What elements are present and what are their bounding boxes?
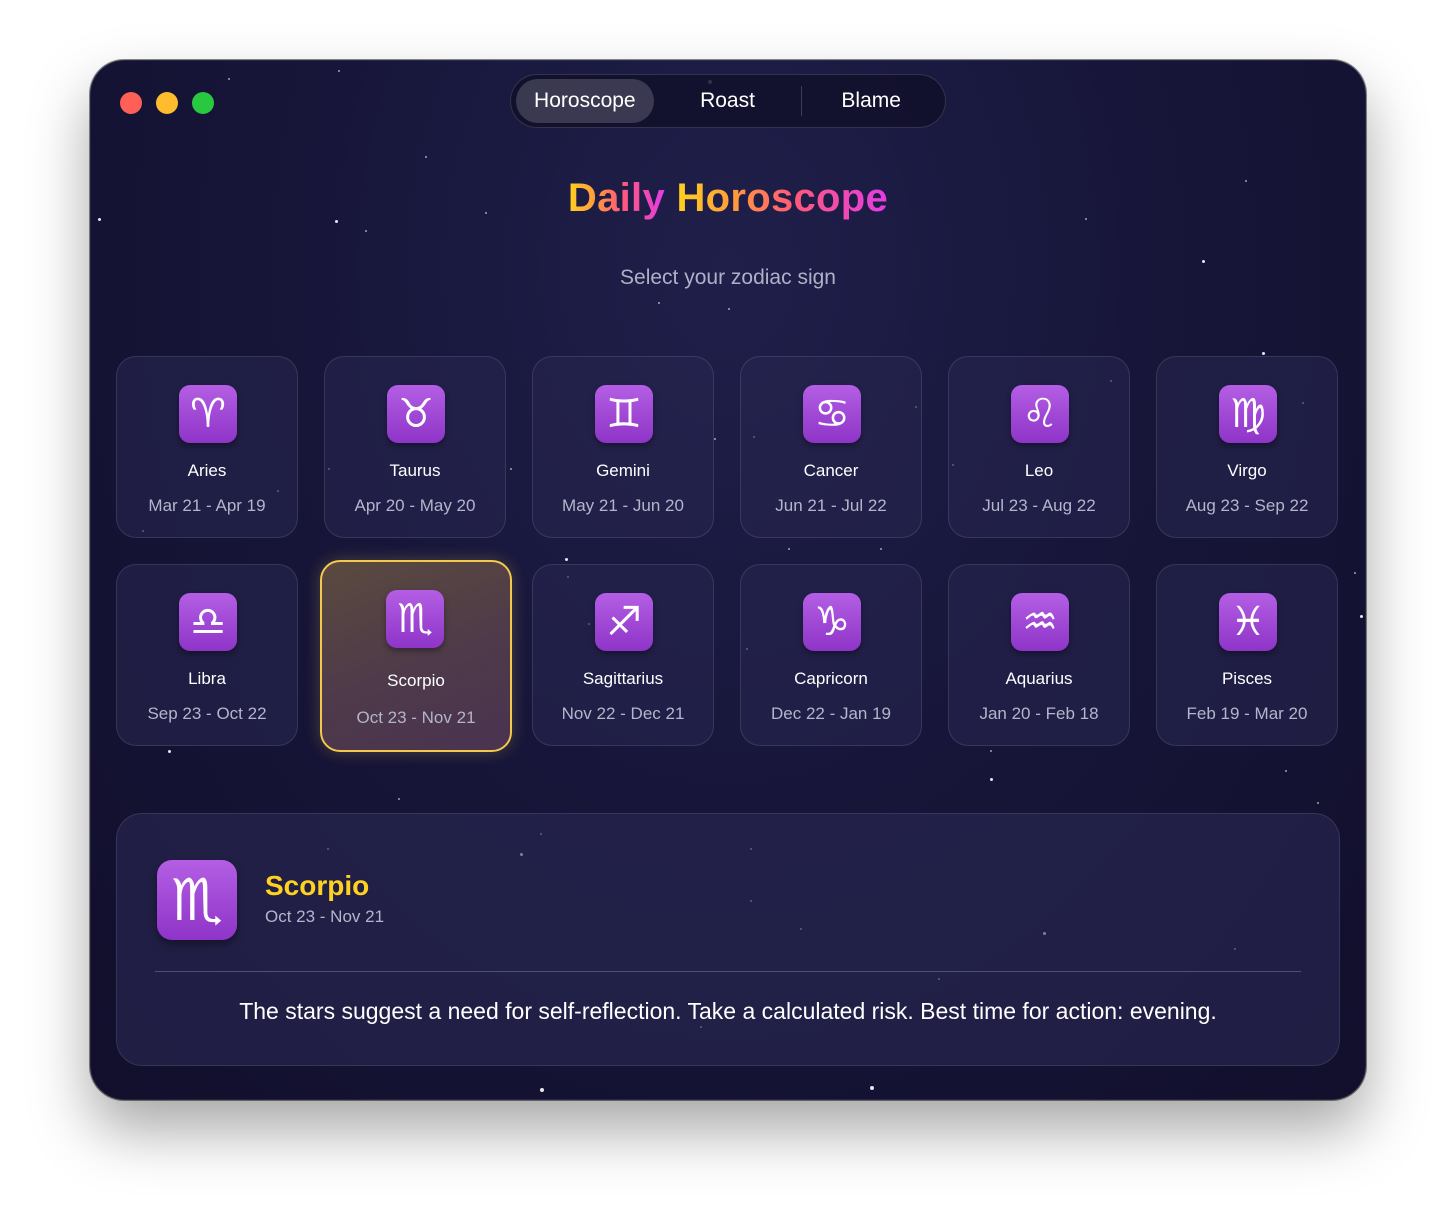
background-star bbox=[1360, 615, 1363, 618]
zodiac-card-dates: Jan 20 - Feb 18 bbox=[979, 704, 1099, 723]
zodiac-card-name: Gemini bbox=[596, 461, 650, 480]
page-subtitle: Select your zodiac sign bbox=[620, 266, 836, 289]
zodiac-card-name: Aries bbox=[187, 461, 227, 480]
background-star bbox=[990, 778, 993, 781]
detail-sign-name: Scorpio bbox=[265, 870, 370, 901]
zodiac-card-dates: Sep 23 - Oct 22 bbox=[147, 704, 267, 723]
background-star bbox=[870, 1086, 874, 1090]
background-star bbox=[398, 798, 400, 800]
leo-sign-icon: ♌ bbox=[1011, 385, 1069, 443]
background-star bbox=[714, 438, 716, 440]
detail-sign-dates: Oct 23 - Nov 21 bbox=[265, 907, 385, 926]
background-star bbox=[425, 156, 427, 158]
zodiac-card-name: Capricorn bbox=[794, 669, 868, 688]
background-star bbox=[1202, 260, 1205, 263]
background-star bbox=[168, 750, 171, 753]
virgo-sign-icon: ♍ bbox=[1219, 385, 1277, 443]
zodiac-card-name: Taurus bbox=[389, 461, 441, 480]
zodiac-card-leo[interactable]: ♌ Leo Jul 23 - Aug 22 bbox=[948, 356, 1130, 538]
page-title-horoscope: Horoscope bbox=[676, 176, 889, 220]
background-star bbox=[1317, 802, 1319, 804]
zodiac-card-dates: Nov 22 - Dec 21 bbox=[561, 704, 685, 723]
background-star bbox=[228, 78, 230, 80]
scorpio-sign-icon: ♏ bbox=[157, 860, 237, 940]
zodiac-card-dates: Aug 23 - Sep 22 bbox=[1185, 496, 1309, 515]
libra-sign-icon: ♎ bbox=[179, 593, 237, 651]
zodiac-card-dates: May 21 - Jun 20 bbox=[562, 496, 684, 515]
scorpio-sign-icon: ♏ bbox=[386, 590, 444, 648]
zodiac-card-dates: Jun 21 - Jul 22 bbox=[775, 496, 887, 515]
zodiac-card-name: Pisces bbox=[1221, 669, 1273, 688]
aquarius-sign-icon: ♒ bbox=[1011, 593, 1069, 651]
zodiac-card-name: Cancer bbox=[803, 461, 859, 480]
background-star bbox=[990, 750, 992, 752]
horoscope-detail-panel: ♏ Scorpio Oct 23 - Nov 21 The stars sugg… bbox=[116, 813, 1340, 1066]
close-window-button[interactable] bbox=[120, 92, 142, 114]
zodiac-card-dates: Feb 19 - Mar 20 bbox=[1186, 704, 1308, 723]
mode-segmented-control: Horoscope Roast Blame bbox=[510, 74, 946, 128]
zodiac-card-aries[interactable]: ♈ Aries Mar 21 - Apr 19 bbox=[116, 356, 298, 538]
background-star bbox=[1354, 572, 1356, 574]
zodiac-card-name: Leo bbox=[1024, 461, 1054, 480]
horoscope-text: The stars suggest a need for self-reflec… bbox=[239, 998, 1217, 1024]
aries-sign-icon: ♈ bbox=[179, 385, 237, 443]
background-star bbox=[365, 230, 367, 232]
window-controls bbox=[120, 92, 214, 114]
zoom-window-button[interactable] bbox=[192, 92, 214, 114]
page-title: Daily Horoscope bbox=[90, 176, 1366, 221]
zodiac-card-cancer[interactable]: ♋ Cancer Jun 21 - Jul 22 bbox=[740, 356, 922, 538]
background-star bbox=[728, 308, 730, 310]
zodiac-card-gemini[interactable]: ♊ Gemini May 21 - Jun 20 bbox=[532, 356, 714, 538]
tab-blame[interactable]: Blame bbox=[802, 79, 940, 123]
background-star bbox=[540, 1088, 544, 1092]
background-star bbox=[338, 70, 340, 72]
tab-roast[interactable]: Roast bbox=[654, 79, 802, 123]
detail-divider bbox=[155, 971, 1301, 972]
cancer-sign-icon: ♋ bbox=[803, 385, 861, 443]
zodiac-card-dates: Dec 22 - Jan 19 bbox=[770, 704, 891, 723]
zodiac-card-dates: Mar 21 - Apr 19 bbox=[148, 496, 266, 515]
zodiac-card-taurus[interactable]: ♉ Taurus Apr 20 - May 20 bbox=[324, 356, 506, 538]
background-star bbox=[658, 302, 660, 304]
zodiac-card-dates: Apr 20 - May 20 bbox=[354, 496, 476, 515]
zodiac-card-pisces[interactable]: ♓ Pisces Feb 19 - Mar 20 bbox=[1156, 564, 1338, 746]
zodiac-card-sagittarius[interactable]: ♐ Sagittarius Nov 22 - Dec 21 bbox=[532, 564, 714, 746]
background-star bbox=[565, 558, 568, 561]
pisces-sign-icon: ♓ bbox=[1219, 593, 1277, 651]
gemini-sign-icon: ♊ bbox=[595, 385, 653, 443]
background-star bbox=[510, 468, 512, 470]
zodiac-card-virgo[interactable]: ♍ Virgo Aug 23 - Sep 22 bbox=[1156, 356, 1338, 538]
sagittarius-sign-icon: ♐ bbox=[595, 593, 653, 651]
zodiac-card-libra[interactable]: ♎ Libra Sep 23 - Oct 22 bbox=[116, 564, 298, 746]
background-star bbox=[880, 548, 882, 550]
tab-horoscope[interactable]: Horoscope bbox=[516, 79, 654, 123]
zodiac-card-name: Libra bbox=[188, 669, 226, 688]
minimize-window-button[interactable] bbox=[156, 92, 178, 114]
zodiac-card-name: Sagittarius bbox=[582, 669, 664, 688]
zodiac-card-capricorn[interactable]: ♑ Capricorn Dec 22 - Jan 19 bbox=[740, 564, 922, 746]
zodiac-card-name: Aquarius bbox=[1005, 669, 1073, 688]
background-star bbox=[788, 548, 790, 550]
zodiac-card-dates: Jul 23 - Aug 22 bbox=[982, 496, 1096, 515]
app-window: Horoscope Roast Blame Daily Horoscope Se… bbox=[90, 60, 1366, 1100]
capricorn-sign-icon: ♑ bbox=[803, 593, 861, 651]
zodiac-card-name: Virgo bbox=[1227, 461, 1267, 480]
zodiac-card-aquarius[interactable]: ♒ Aquarius Jan 20 - Feb 18 bbox=[948, 564, 1130, 746]
zodiac-card-dates: Oct 23 - Nov 21 bbox=[356, 708, 476, 727]
taurus-sign-icon: ♉ bbox=[387, 385, 445, 443]
zodiac-card-name: Scorpio bbox=[387, 671, 445, 690]
zodiac-card-scorpio[interactable]: ♏ Scorpio Oct 23 - Nov 21 bbox=[320, 560, 512, 752]
background-star bbox=[1262, 352, 1265, 355]
page-title-daily: Daily bbox=[567, 176, 666, 220]
background-star bbox=[1285, 770, 1287, 772]
